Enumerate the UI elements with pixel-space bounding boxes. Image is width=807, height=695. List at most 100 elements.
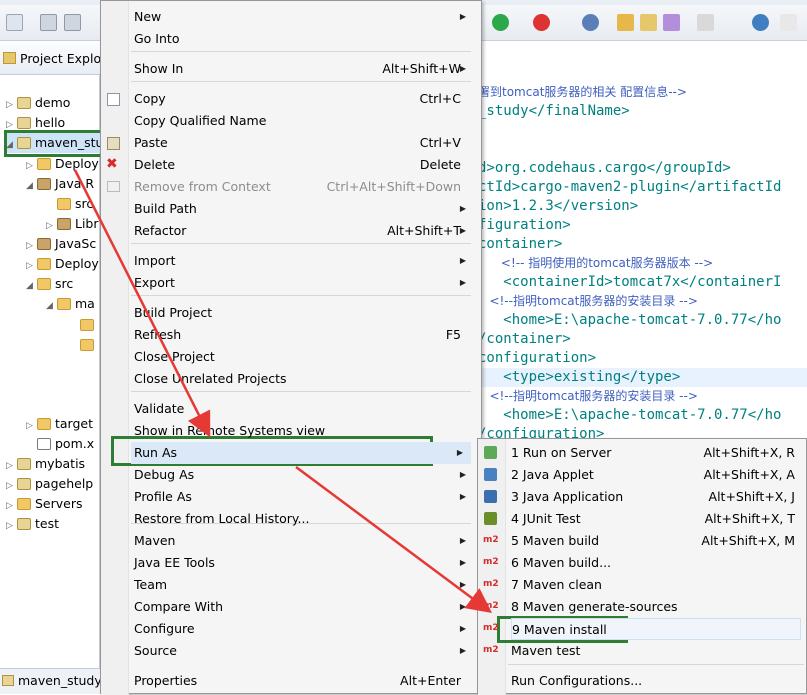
menu-item-maven[interactable]: Maven ▶ (134, 530, 474, 552)
run-as-item-8-maven-generate-sources[interactable]: 8 Maven generate-sources (511, 596, 801, 618)
save-icon[interactable] (40, 14, 57, 31)
menu-item-label: 9 Maven install (512, 622, 607, 637)
menu-item-build-path[interactable]: Build Path ▶ (134, 198, 474, 220)
m2-icon: m2 (483, 535, 499, 545)
code-line: configuration> (478, 350, 597, 366)
submenu-arrow-icon: ▶ (459, 64, 466, 73)
tree-item-src-pkg[interactable]: src (46, 194, 93, 214)
menu-item-close-unrelated-projects[interactable]: Close Unrelated Projects (134, 368, 474, 390)
tree-item-servers[interactable]: ▷ Servers (6, 494, 83, 514)
package-folder-icon (57, 198, 71, 210)
menu-item-label: Refresh (134, 327, 182, 342)
submenu-arrow-icon: ▶ (459, 12, 466, 21)
run-as-item-7-maven-clean[interactable]: 7 Maven clean (511, 574, 801, 596)
open-folder-icon[interactable] (640, 14, 657, 31)
tree-item-pagehelper[interactable]: ▷ pagehelp (6, 474, 93, 494)
tree-item-main[interactable]: ◢ ma (46, 294, 95, 314)
menu-item-close-project[interactable]: Close Project (134, 346, 474, 368)
project-icon (17, 458, 31, 470)
menu-item-run-as[interactable]: Run As ▶ (131, 442, 471, 464)
menu-item-properties[interactable]: Properties Alt+Enter (134, 670, 474, 692)
menu-item-show-in[interactable]: Show In Alt+Shift+W ▶ (134, 58, 474, 80)
menu-item-label: Properties (134, 673, 198, 688)
submenu-arrow-icon: ▶ (459, 646, 466, 655)
explorer-icon (3, 52, 16, 64)
menu-item-source[interactable]: Source ▶ (134, 640, 474, 662)
run-as-item-6-maven-build[interactable]: 6 Maven build... (511, 552, 801, 574)
menu-separator (131, 391, 471, 392)
menu-separator (131, 295, 471, 296)
search-icon[interactable] (697, 14, 714, 31)
tree-item-pom[interactable]: pom.x (26, 434, 94, 454)
menu-item-profile-as[interactable]: Profile As ▶ (134, 486, 474, 508)
run-as-item-2-java-applet[interactable]: 2 Java Applet Alt+Shift+X, A (511, 464, 801, 486)
tree-item-deploy[interactable]: ▷ Deploy (26, 154, 99, 174)
globe-icon[interactable] (752, 14, 769, 31)
menu-item-restore-from-local-history[interactable]: Restore from Local History... (134, 508, 474, 530)
submenu-arrow-icon: ▶ (459, 536, 466, 545)
menu-item-configure[interactable]: Configure ▶ (134, 618, 474, 640)
tree-item-test[interactable]: ▷ test (6, 514, 59, 534)
menu-item-delete[interactable]: Delete Delete (134, 154, 474, 176)
menu-item-refactor[interactable]: Refactor Alt+Shift+T ▶ (134, 220, 474, 242)
run-as-item-5-maven-build[interactable]: 5 Maven build Alt+Shift+X, M (511, 530, 801, 552)
open-task-icon[interactable] (663, 14, 680, 31)
menu-item-accelerator: Alt+Enter (400, 673, 461, 688)
menu-item-validate[interactable]: Validate (134, 398, 474, 420)
code-line: <type>existing</type> (478, 368, 807, 387)
run-as-item-maven-test[interactable]: Maven test (511, 640, 801, 662)
remove-context-icon (107, 181, 120, 192)
submenu-arrow-icon: ▶ (459, 256, 466, 265)
pom-editor[interactable]: 署到tomcat服务器的相关 配置信息--> _study</finalName>… (478, 41, 807, 446)
menu-item-show-in-remote-systems-view[interactable]: Show in Remote Systems view (134, 420, 474, 442)
run-as-item-1-run-on-server[interactable]: 1 Run on Server Alt+Shift+X, R (511, 442, 801, 464)
menu-item-refresh[interactable]: Refresh F5 (134, 324, 474, 346)
menu-item-label: Debug As (134, 467, 195, 482)
tree-item-target[interactable]: ▷ target (26, 414, 93, 434)
external-tools-icon[interactable] (582, 14, 599, 31)
run-as-submenu: 1 Run on Server Alt+Shift+X, R 2 Java Appl… (477, 438, 807, 695)
menu-item-accelerator: Alt+Shift+X, J (708, 489, 795, 504)
menu-item-go-into[interactable]: Go Into (134, 28, 474, 50)
submenu-arrow-icon: ▶ (459, 492, 466, 501)
menu-item-new[interactable]: New ▶ (134, 6, 474, 28)
tree-item-javascript[interactable]: ▷ JavaSc (26, 234, 96, 254)
menu-item-copy[interactable]: Copy Ctrl+C (134, 88, 474, 110)
tree-item-deployed[interactable]: ▷ Deploy (26, 254, 99, 274)
menu-item-label: Java EE Tools (134, 555, 215, 570)
menu-item-label: Copy (134, 91, 166, 106)
menu-item-java-ee-tools[interactable]: Java EE Tools ▶ (134, 552, 474, 574)
menu-item-debug-as[interactable]: Debug As ▶ (134, 464, 474, 486)
tree-item-mybatis[interactable]: ▷ mybatis (6, 454, 85, 474)
tree-item-demo[interactable]: ▷ demo (6, 93, 70, 113)
menu-item-remove-from-context[interactable]: Remove from Context Ctrl+Alt+Shift+Down (134, 176, 474, 198)
menu-item-label: Run As (134, 445, 178, 460)
context-menu: ✖ New ▶ Go Into Show In Alt+Shift+W ▶ Copy Ctrl… (100, 0, 482, 695)
run-as-item-run-configurations[interactable]: Run Configurations... (511, 670, 801, 692)
explorer-tab[interactable]: Project Explorer (0, 41, 119, 75)
run-icon[interactable] (492, 14, 509, 31)
tree-item-java-resources[interactable]: ◢ Java R (26, 174, 94, 194)
menu-item-build-project[interactable]: Build Project (134, 302, 474, 324)
tree-item-libraries[interactable]: ▷ Libr (46, 214, 99, 234)
menu-item-accelerator: Alt+Shift+X, M (701, 533, 795, 548)
menu-item-label: Remove from Context (134, 179, 271, 194)
new-icon[interactable] (6, 14, 23, 31)
run-as-item-4-junit-test[interactable]: 4 JUnit Test Alt+Shift+X, T (511, 508, 801, 530)
m2-icon: m2 (483, 579, 499, 589)
menu-item-paste[interactable]: Paste Ctrl+V (134, 132, 474, 154)
menu-item-compare-with[interactable]: Compare With ▶ (134, 596, 474, 618)
tree-item-src[interactable]: ◢ src (26, 274, 73, 294)
menu-item-label: 1 Run on Server (511, 445, 612, 460)
open-type-icon[interactable] (617, 14, 634, 31)
run-as-item-3-java-application[interactable]: 3 Java Application Alt+Shift+X, J (511, 486, 801, 508)
menu-item-copy-qualified-name[interactable]: Copy Qualified Name (134, 110, 474, 132)
run-as-item-9-maven-install[interactable]: 9 Maven install (511, 618, 801, 640)
menu-item-label: Build Path (134, 201, 197, 216)
menu-item-team[interactable]: Team ▶ (134, 574, 474, 596)
menu-item-import[interactable]: Import ▶ (134, 250, 474, 272)
prev-edit-icon[interactable] (780, 14, 797, 31)
run-server-icon[interactable] (533, 14, 550, 31)
menu-item-export[interactable]: Export ▶ (134, 272, 474, 294)
save-all-icon[interactable] (64, 14, 81, 31)
